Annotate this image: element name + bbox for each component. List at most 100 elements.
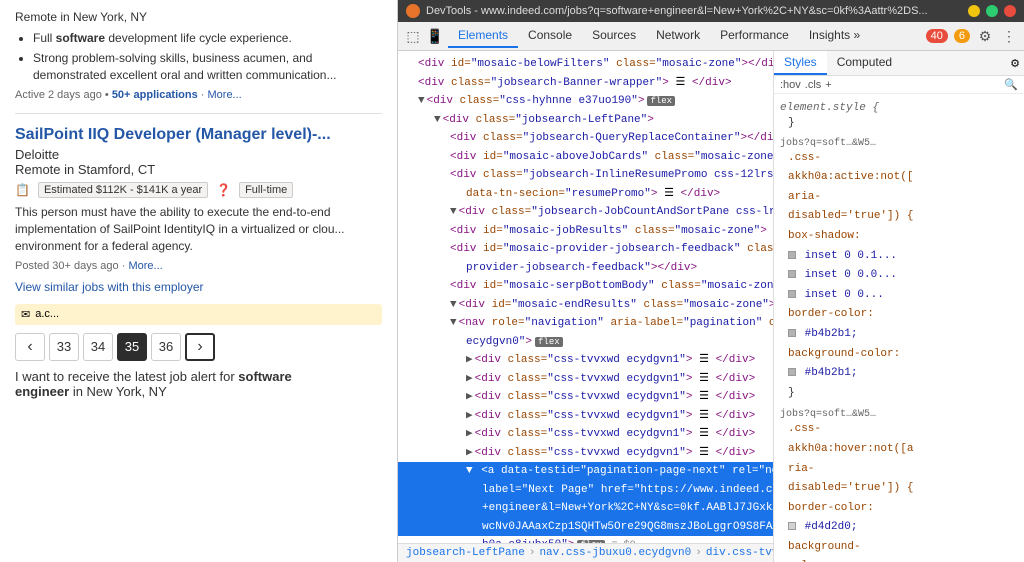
maximize-button[interactable] xyxy=(986,5,998,17)
job-desc-2: This person must have the ability to exe… xyxy=(15,204,382,254)
jobtype-badge-2: Full-time xyxy=(239,182,293,198)
job-bullet-1-1: Full software development life cycle exp… xyxy=(33,30,382,47)
more-icon[interactable]: ⋮ xyxy=(1000,27,1018,45)
style-closing-2: } xyxy=(780,384,1018,404)
element-line-4[interactable]: ▼<div class="jobsearch-LeftPane"> xyxy=(398,111,773,130)
styles-tab[interactable]: Styles xyxy=(774,51,827,75)
style-line-2: akkh0a:active:not([ xyxy=(780,168,1018,188)
question-icon[interactable]: ❓ xyxy=(216,183,231,197)
similar-jobs-link[interactable]: View similar jobs with this employer xyxy=(15,280,382,294)
elements-panel: <div id="mosaic-belowFilters" class="mos… xyxy=(398,51,774,562)
page-35-button[interactable]: 35 xyxy=(117,333,147,361)
bc-item-2[interactable]: nav.css-jbuxu0.ecydgvn0 xyxy=(539,547,691,559)
titlebar-left: DevTools - www.indeed.com/jobs?q=softwar… xyxy=(406,4,928,18)
tab-network[interactable]: Network xyxy=(646,24,710,48)
styles-toolbar-right: ⚙ xyxy=(1010,51,1024,75)
style-line-16: disabled='true']) { xyxy=(780,479,1018,499)
style-line-3: aria- xyxy=(780,188,1018,208)
element-style-label: element.style { xyxy=(780,102,1018,114)
add-style-button[interactable]: + xyxy=(825,79,831,91)
element-line-3[interactable]: ▼<div class="css-hyhnne e37uo190">flex xyxy=(398,92,773,111)
salary-badge-2: Estimated $112K - $141K a year xyxy=(38,182,208,198)
next-page-button[interactable]: › xyxy=(185,333,215,361)
job-meta-1: Active 2 days ago • 50+ applications · M… xyxy=(15,89,382,101)
element-line-8[interactable]: data-tn-secion="resumePromo"> ☰ </div> xyxy=(398,185,773,204)
cursor-icon[interactable]: ⬚ xyxy=(404,27,422,45)
settings-icon-2[interactable]: ⚙ xyxy=(1010,57,1020,70)
element-line-13[interactable]: <div id="mosaic-serpBottomBody" class="m… xyxy=(398,277,773,296)
style-source-2: jobs?q=soft…&W5… xyxy=(780,409,1018,420)
tab-performance[interactable]: Performance xyxy=(710,24,799,48)
prev-page-button[interactable]: ‹ xyxy=(15,333,45,361)
element-line-20[interactable]: ▶<div class="css-tvvxwd ecydgvn1"> ☰ </d… xyxy=(398,407,773,426)
element-line-12[interactable]: provider-jobsearch-feedback"></div> xyxy=(398,259,773,278)
style-source-1: jobs?q=soft…&W5… xyxy=(780,138,1018,149)
page-36-button[interactable]: 36 xyxy=(151,333,181,361)
element-line-18[interactable]: ▶<div class="css-tvvxwd ecydgvn1"> ☰ </d… xyxy=(398,370,773,389)
tab-console[interactable]: Console xyxy=(518,24,582,48)
computed-tab[interactable]: Computed xyxy=(827,51,902,75)
job-location-2: Remote in Stamford, CT xyxy=(15,162,382,177)
alert-text: I want to receive the latest job alert f… xyxy=(15,369,382,399)
style-line-8: inset 0 0... xyxy=(780,286,1018,306)
minimize-button[interactable] xyxy=(968,5,980,17)
devtools-panel: DevTools - www.indeed.com/jobs?q=softwar… xyxy=(398,0,1024,562)
close-button[interactable] xyxy=(1004,5,1016,17)
element-line-22[interactable]: ▶<div class="css-tvvxwd ecydgvn1"> ☰ </d… xyxy=(398,444,773,463)
bc-item-1[interactable]: jobsearch-LeftPane xyxy=(406,547,525,559)
element-line-7[interactable]: <div class="jobsearch-InlineResumePromo … xyxy=(398,166,773,185)
titlebar-window-controls xyxy=(968,5,1016,17)
style-line-6: inset 0 0.1... xyxy=(780,247,1018,267)
hover-pseudo[interactable]: :hov xyxy=(780,79,801,91)
element-line-sel-3[interactable]: +engineer&l=New+York%2C+NY&sc=0kf.AABlJ7… xyxy=(398,499,773,518)
more-link-1[interactable]: More... xyxy=(208,89,242,101)
filter-icon[interactable]: 🔍 xyxy=(1004,78,1018,91)
element-line-17[interactable]: ▶<div class="css-tvvxwd ecydgvn1"> ☰ </d… xyxy=(398,351,773,370)
cls-button[interactable]: .cls xyxy=(805,79,822,91)
tab-sources[interactable]: Sources xyxy=(582,24,646,48)
bc-item-3[interactable]: div.css-tvvxwd.ecydgvn1 xyxy=(706,547,773,559)
element-line-selected[interactable]: ▼ <a data-testid="pagination-page-next" … xyxy=(398,462,773,481)
element-line-11[interactable]: <div id="mosaic-provider-jobsearch-feedb… xyxy=(398,240,773,259)
applications-link-1[interactable]: 50+ applications xyxy=(112,89,198,101)
element-line-10[interactable]: <div id="mosaic-jobResults" class="mosai… xyxy=(398,222,773,241)
color-swatch-4 xyxy=(788,329,796,337)
element-line-5[interactable]: <div class="jobsearch-QueryReplaceContai… xyxy=(398,129,773,148)
devtools-main: <div id="mosaic-belowFilters" class="mos… xyxy=(398,51,1024,562)
element-line-23[interactable]: h0a e8jubx50">flex ≡ $0 xyxy=(398,536,773,543)
page-33-button[interactable]: 33 xyxy=(49,333,79,361)
elements-breadcrumb: jobsearch-LeftPane › nav.css-jbuxu0.ecyd… xyxy=(398,543,773,562)
element-line-14[interactable]: ▼<div id="mosaic-endResults" class="mosa… xyxy=(398,296,773,315)
job-card-2: SailPoint IIQ Developer (Manager level)-… xyxy=(15,126,382,293)
email-icon: ✉ xyxy=(21,308,30,321)
job-title-2[interactable]: SailPoint IIQ Developer (Manager level)-… xyxy=(15,126,382,144)
warn-count-badge: 6 xyxy=(954,29,970,43)
element-line-19[interactable]: ▶<div class="css-tvvxwd ecydgvn1"> ☰ </d… xyxy=(398,388,773,407)
mobile-icon[interactable]: 📱 xyxy=(426,27,444,45)
job-card-1: Remote in New York, NY Full software dev… xyxy=(15,10,382,114)
tab-elements[interactable]: Elements xyxy=(448,24,518,48)
settings-icon[interactable]: ⚙ xyxy=(976,27,994,45)
element-line-sel-4[interactable]: wcNv0JAAaxCzp1SQHTw5Ore29QG8mszJBoLggrO9… xyxy=(398,518,773,537)
salary-icon: 📋 xyxy=(15,183,30,197)
devtools-tabs: Elements Console Sources Network Perform… xyxy=(448,24,870,48)
tab-insights[interactable]: Insights » xyxy=(799,24,870,48)
page-34-button[interactable]: 34 xyxy=(83,333,113,361)
element-line-16[interactable]: ecydgvn0">flex xyxy=(398,333,773,352)
color-swatch-3 xyxy=(788,290,796,298)
job-bullets-1: Full software development life cycle exp… xyxy=(33,30,382,83)
style-line-14: akkh0a:hover:not([a xyxy=(780,440,1018,460)
element-line-15[interactable]: ▼<nav role="navigation" aria-label="pagi… xyxy=(398,314,773,333)
element-line-1[interactable]: <div id="mosaic-belowFilters" class="mos… xyxy=(398,55,773,74)
color-swatch-1 xyxy=(788,251,796,259)
element-line-21[interactable]: ▶<div class="css-tvvxwd ecydgvn1"> ☰ </d… xyxy=(398,425,773,444)
error-count-badge: 40 xyxy=(926,29,948,43)
element-line-6[interactable]: <div id="mosaic-aboveJobCards" class="mo… xyxy=(398,148,773,167)
styles-filter-toolbar: :hov .cls + 🔍 xyxy=(774,76,1024,94)
element-line-9[interactable]: ▼<div class="jobsearch-JobCountAndSortPa… xyxy=(398,203,773,222)
styles-tabs: Styles Computed ⚙ xyxy=(774,51,1024,76)
element-line-2[interactable]: <div class="jobsearch-Banner-wrapper"> ☰… xyxy=(398,74,773,93)
element-line-sel-2[interactable]: label="Next Page" href="https://www.inde… xyxy=(398,481,773,500)
style-line-9: border-color: xyxy=(780,305,1018,325)
more-link-2[interactable]: More... xyxy=(128,260,162,272)
